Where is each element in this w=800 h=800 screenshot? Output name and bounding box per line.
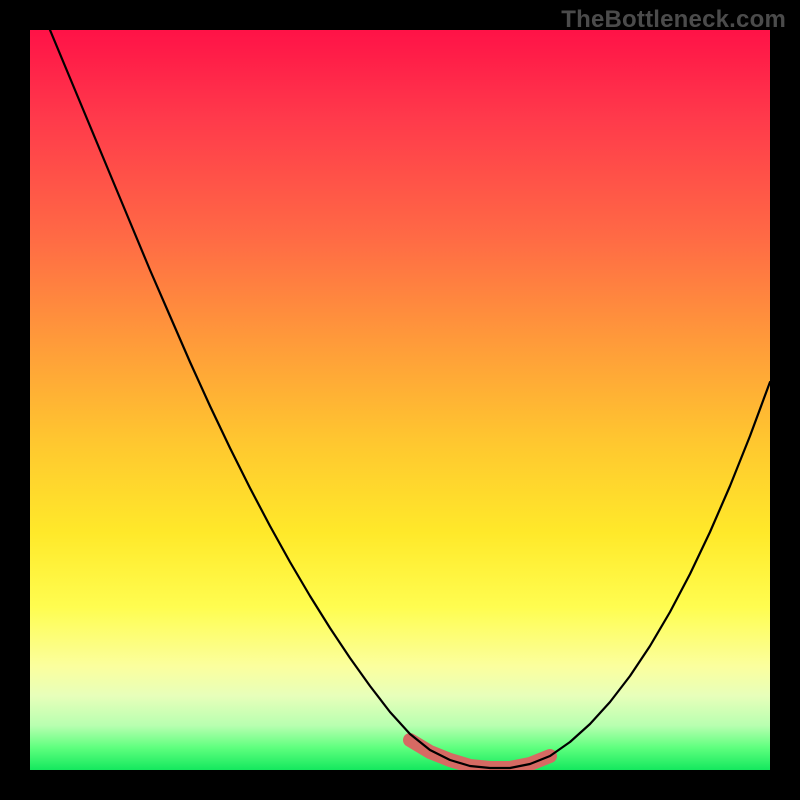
curve-layer (30, 30, 770, 770)
chart-frame: TheBottleneck.com (0, 0, 800, 800)
watermark-text: TheBottleneck.com (561, 6, 786, 34)
bottleneck-curve (50, 30, 770, 768)
plot-area (30, 30, 770, 770)
